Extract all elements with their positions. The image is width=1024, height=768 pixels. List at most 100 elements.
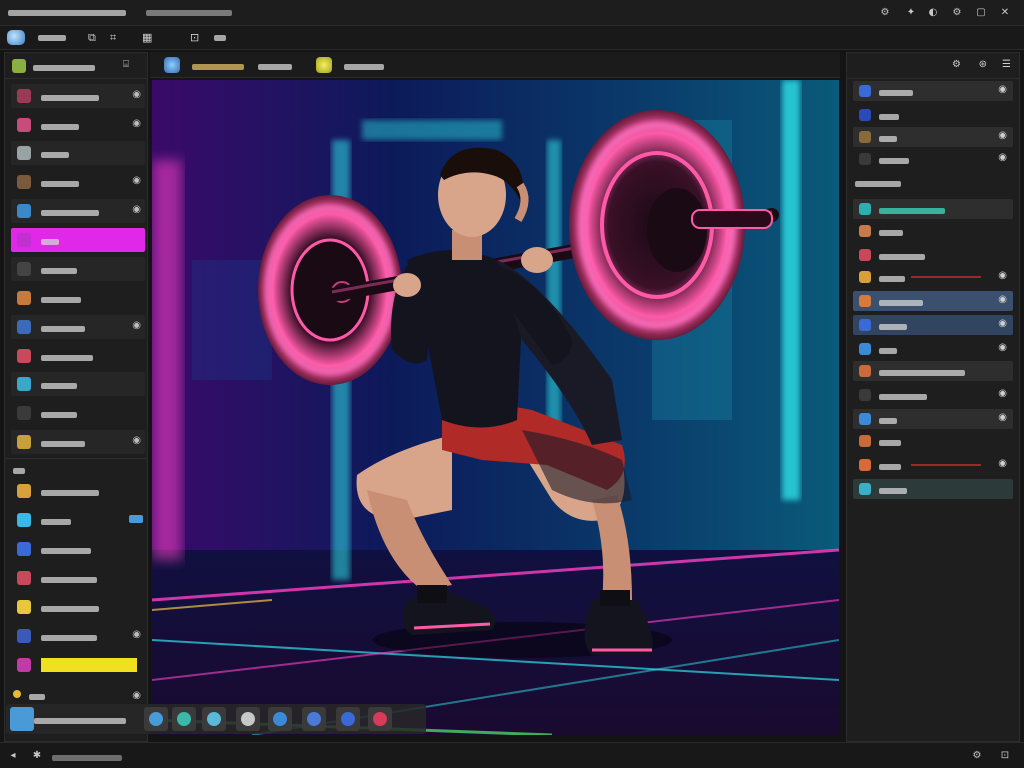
- section-2-item[interactable]: ◉: [11, 624, 145, 648]
- left-panel-item[interactable]: [11, 401, 145, 425]
- visibility-eye-icon[interactable]: ◉: [998, 412, 1007, 423]
- layer-row[interactable]: ◉: [853, 455, 1013, 475]
- filmstrip-thumbnail[interactable]: [268, 707, 292, 731]
- color-swatch-icon[interactable]: [316, 57, 332, 73]
- visibility-eye-icon[interactable]: ◉: [998, 318, 1007, 329]
- thumbnail-image: [341, 712, 355, 726]
- menu-glyph-b[interactable]: ⌗: [110, 31, 116, 45]
- adjust-icon[interactable]: ⚙: [952, 59, 961, 70]
- section-2-item[interactable]: [11, 508, 145, 532]
- left-panel-item[interactable]: ◉: [11, 199, 145, 223]
- zoom-icon[interactable]: ⚙: [972, 751, 982, 761]
- nav-back-icon[interactable]: ◂: [8, 751, 18, 761]
- section-2-item[interactable]: [11, 566, 145, 590]
- panel-options-icon[interactable]: ⌸: [123, 59, 129, 70]
- layer-thumbnail-icon: [859, 413, 871, 425]
- left-panel-item[interactable]: ◉: [11, 84, 145, 108]
- layer-row[interactable]: ◉: [853, 291, 1013, 311]
- visibility-eye-icon[interactable]: ◉: [998, 458, 1007, 469]
- layer-row[interactable]: [853, 479, 1013, 499]
- menu-icon[interactable]: ☰: [1002, 59, 1011, 70]
- visibility-eye-icon[interactable]: ◉: [132, 89, 141, 100]
- filmstrip-thumbnail[interactable]: [172, 707, 196, 731]
- layer-row[interactable]: ◉: [853, 339, 1013, 359]
- visibility-eye-icon[interactable]: ◉: [998, 294, 1007, 305]
- maximize-icon[interactable]: ⚙: [952, 8, 962, 18]
- left-panel-item[interactable]: ◉: [11, 315, 145, 339]
- panel-item[interactable]: [853, 105, 1013, 125]
- visibility-eye-icon[interactable]: ◉: [998, 152, 1007, 163]
- tool-mode[interactable]: [344, 62, 384, 73]
- fit-icon[interactable]: ⊡: [1000, 751, 1010, 761]
- item-icon: [17, 658, 31, 672]
- layer-name: [879, 228, 903, 239]
- filmstrip-thumbnail[interactable]: [202, 707, 226, 731]
- filmstrip-thumbnail[interactable]: [302, 707, 326, 731]
- layer-row[interactable]: ◉: [853, 409, 1013, 429]
- minimize-icon[interactable]: ◐: [928, 8, 938, 18]
- left-panel-item[interactable]: ◉: [11, 113, 145, 137]
- visibility-eye-icon[interactable]: ◉: [132, 118, 141, 129]
- layer-row[interactable]: [853, 361, 1013, 381]
- layer-row[interactable]: ◉: [853, 315, 1013, 335]
- panel-item[interactable]: ◉: [853, 127, 1013, 147]
- left-panel-item[interactable]: [11, 372, 145, 396]
- menu-glyph-c[interactable]: ▦: [142, 31, 152, 44]
- visibility-eye-icon[interactable]: ◉: [132, 629, 141, 640]
- panel-item[interactable]: ◉: [853, 81, 1013, 101]
- filmstrip-thumbnail[interactable]: [236, 707, 260, 731]
- restore-icon[interactable]: ▢: [976, 8, 986, 18]
- menu-glyph-a[interactable]: ⧉: [88, 31, 96, 45]
- pin-icon[interactable]: ✦: [906, 8, 916, 18]
- visibility-eye-icon[interactable]: ◉: [132, 435, 141, 446]
- visibility-eye-icon[interactable]: ◉: [132, 175, 141, 186]
- layer-row[interactable]: [853, 245, 1013, 265]
- left-panel-item[interactable]: [11, 141, 145, 165]
- section-2-item[interactable]: [11, 479, 145, 503]
- settings-icon[interactable]: ⚙: [880, 8, 890, 18]
- layer-row[interactable]: ◉: [853, 385, 1013, 405]
- filmstrip-thumbnail[interactable]: [368, 707, 392, 731]
- image-canvas[interactable]: [152, 80, 839, 735]
- visibility-eye-icon[interactable]: ◉: [998, 130, 1007, 141]
- close-icon[interactable]: ✕: [1000, 8, 1010, 18]
- tool-options-bar: [150, 52, 840, 78]
- panel-item[interactable]: ◉: [853, 149, 1013, 169]
- visibility-eye-icon[interactable]: ◉: [132, 204, 141, 215]
- brush-tool-icon[interactable]: [164, 57, 180, 73]
- layer-name: [879, 274, 905, 285]
- layer-name: [879, 462, 901, 473]
- left-panel-item[interactable]: ◉: [11, 170, 145, 194]
- layer-row[interactable]: [853, 431, 1013, 451]
- footer-eye-icon[interactable]: ◉: [132, 690, 141, 701]
- left-panel-item[interactable]: [11, 228, 145, 252]
- visibility-eye-icon[interactable]: ◉: [998, 270, 1007, 281]
- thumbnail-image: [307, 712, 321, 726]
- filmstrip-home-icon[interactable]: [10, 707, 34, 731]
- tool-preset[interactable]: [258, 62, 292, 73]
- app-logo-icon[interactable]: [7, 30, 25, 45]
- left-panel-item[interactable]: [11, 344, 145, 368]
- filmstrip-thumbnail[interactable]: [144, 707, 168, 731]
- visibility-eye-icon[interactable]: ◉: [998, 342, 1007, 353]
- menu-file[interactable]: [38, 33, 66, 44]
- left-panel-item[interactable]: ◉: [11, 430, 145, 454]
- menu-view[interactable]: [214, 33, 226, 44]
- layer-row[interactable]: [853, 199, 1013, 219]
- section-2-item[interactable]: [11, 537, 145, 561]
- section-2-item[interactable]: [11, 595, 145, 619]
- left-panel-item[interactable]: [11, 257, 145, 281]
- left-panel-item[interactable]: [11, 286, 145, 310]
- nav-forward-icon[interactable]: ✱: [32, 751, 42, 761]
- visibility-eye-icon[interactable]: ◉: [132, 320, 141, 331]
- filmstrip-thumbnail[interactable]: [336, 707, 360, 731]
- section-2-item[interactable]: [11, 653, 145, 677]
- link-icon[interactable]: ⊛: [979, 59, 987, 70]
- toggle-badge[interactable]: [129, 515, 143, 523]
- layer-row[interactable]: ◉: [853, 267, 1013, 287]
- menu-glyph-d[interactable]: ⊡: [190, 31, 199, 44]
- visibility-eye-icon[interactable]: ◉: [998, 84, 1007, 95]
- visibility-eye-icon[interactable]: ◉: [998, 388, 1007, 399]
- layer-name: [879, 392, 927, 403]
- layer-row[interactable]: [853, 221, 1013, 241]
